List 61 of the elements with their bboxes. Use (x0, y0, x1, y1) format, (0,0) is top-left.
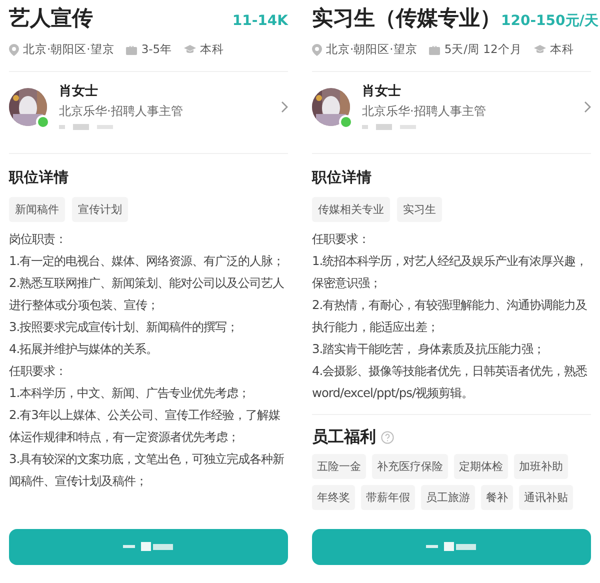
section-heading: 员工福利 (312, 427, 376, 448)
description-line: 3.具有较深的文案功底，文笔出色，可独立完成各种新闻稿件、宣传计划及稿件； (9, 451, 286, 490)
location-pin-icon (9, 44, 19, 56)
meta-text: 北京·朝阳区·望京 (326, 42, 418, 57)
description-line: 2.有3年以上媒体、公关公司、宣传工作经验，了解媒体运作规律和特点，有一定资源者优先考虑； (9, 407, 281, 446)
description-line: 2.有热情，有耐心，有较强理解能力、沟通协调能力及执行能力，能适应出差； (312, 297, 588, 336)
salary: 11-14K (232, 13, 288, 29)
recruiter-role: 北京乐华·招聘人事主管 (362, 103, 486, 120)
description-line: 3.按照要求完成宣传计划、新闻稿件的撰写； (9, 319, 240, 336)
skill-tag: 新闻稿件 (9, 197, 65, 222)
action-button[interactable] (9, 529, 288, 565)
meta-text: 3-5年 (141, 42, 172, 57)
skill-tag: 传媒相关专业 (312, 197, 390, 222)
briefcase-icon (126, 44, 138, 54)
help-icon[interactable] (381, 431, 394, 444)
meta-text: 5天/周 12个月 (444, 42, 522, 57)
action-button[interactable] (312, 529, 591, 565)
recruiter-name: 肖女士 (362, 83, 401, 100)
job-title: 实习生（传媒专业） (312, 5, 501, 32)
benefit-tag: 员工旅游 (421, 485, 475, 510)
graduation-cap-icon (534, 45, 546, 54)
location-pin-icon (312, 44, 322, 56)
description-line: 4.会摄影、摄像等技能者优先，日韩英语者优先，熟悉word/excel/ppt/ps/视频剪辑。 (312, 363, 588, 402)
section-heading: 职位详情 (9, 168, 70, 187)
meta-text: 本科 (550, 42, 574, 57)
blurred-text-drawing (59, 123, 115, 131)
description-line: 岗位职责： (9, 231, 68, 248)
salary: 120-150元/天 (501, 12, 598, 30)
description-line: 4.拓展并维护与媒体的关系。 (9, 341, 159, 358)
chevron-right-icon (584, 100, 591, 112)
blurred-text-drawing (362, 123, 418, 131)
benefit-tag: 补充医疗保险 (372, 454, 448, 479)
chevron-right-icon (281, 100, 288, 112)
section-heading: 职位详情 (312, 168, 373, 187)
description-line: 任职要求： (312, 231, 370, 248)
description-line: 2.熟悉互联网推广、新闻策划、能对公司以及公司艺人进行整体或分项包装、宣传； (9, 275, 286, 314)
job-title: 艺人宣传 (9, 5, 93, 32)
recruiter-name: 肖女士 (59, 83, 98, 100)
benefit-tag: 通讯补贴 (519, 485, 573, 510)
recruiter-card[interactable]: 肖女士 北京乐华·招聘人事主管 (312, 72, 591, 139)
graduation-cap-icon (184, 45, 196, 54)
description-line: 1.本科学历，中文、新闻、广告专业优先考虑； (9, 385, 251, 402)
description-line: 3.踏实肯干能吃苦， 身体素质及抗压能力强； (312, 341, 546, 358)
benefit-tag: 加班补助 (514, 454, 568, 479)
blurred-label-drawing (426, 542, 478, 552)
benefit-tag: 带薪年假 (361, 485, 415, 510)
meta-text: 北京·朝阳区·望京 (23, 42, 114, 57)
recruiter-card[interactable]: 肖女士 北京乐华·招聘人事主管 (9, 72, 288, 139)
benefit-tag: 餐补 (481, 485, 513, 510)
briefcase-icon (429, 44, 440, 54)
benefit-tag: 五险一金 (312, 454, 366, 479)
skill-tag: 宣传计划 (72, 197, 128, 222)
blurred-label-drawing (122, 542, 174, 552)
benefit-tag: 年终奖 (312, 485, 355, 510)
meta-text: 本科 (200, 42, 224, 57)
description-line: 1.统招本科学历，对艺人经纪及娱乐产业有浓厚兴趣，保密意识强； (312, 253, 588, 292)
benefit-tag: 定期体检 (454, 454, 508, 479)
recruiter-role: 北京乐华·招聘人事主管 (59, 103, 183, 120)
skill-tag: 实习生 (397, 197, 442, 222)
description-line: 1.有一定的电视台、媒体、网络资源、有广泛的人脉； (9, 253, 286, 270)
description-line: 任职要求： (9, 363, 68, 380)
